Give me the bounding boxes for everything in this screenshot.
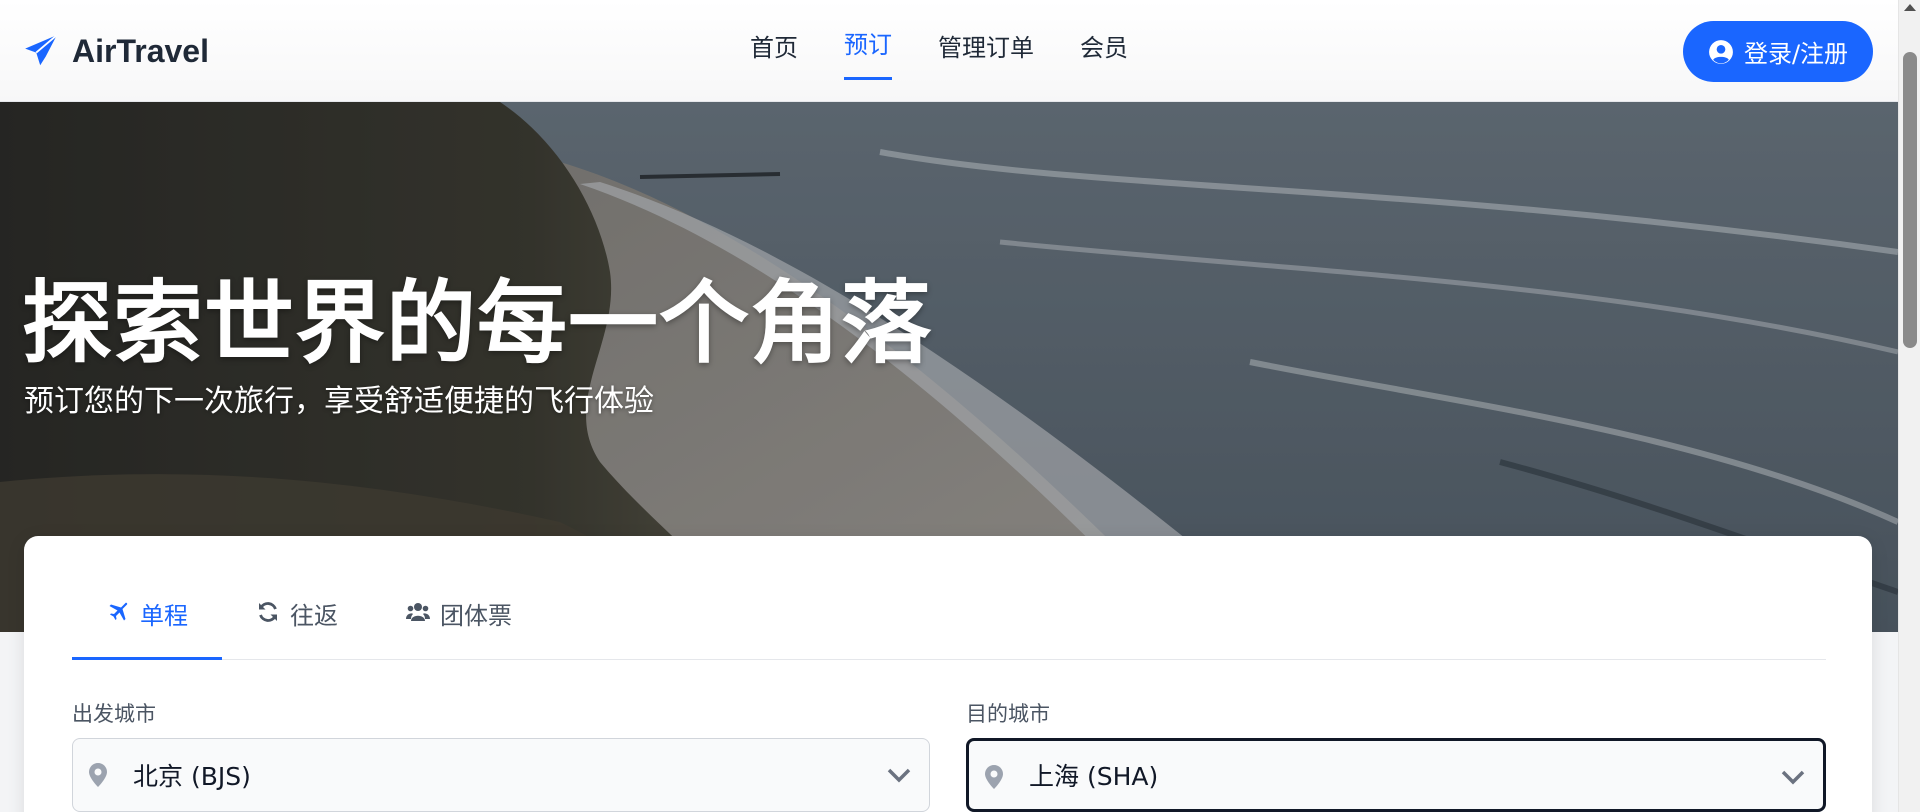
hero-subtitle: 预订您的下一次旅行，享受舒适便捷的飞行体验	[24, 384, 654, 419]
departure-city-value: 北京 (BJS)	[133, 762, 251, 791]
trip-type-tabs: 单程 往返 团体票	[72, 596, 1826, 660]
scroll-up-arrow-icon[interactable]	[1904, 4, 1916, 11]
tab-group[interactable]: 团体票	[372, 596, 546, 660]
nav-item-membership[interactable]: 会员	[1080, 28, 1128, 80]
login-register-label: 登录/注册	[1743, 40, 1849, 68]
brand-name: AirTravel	[72, 32, 209, 69]
tab-one-way-label: 单程	[140, 602, 188, 630]
nav-item-home[interactable]: 首页	[750, 28, 798, 80]
hero-title: 探索世界的每一个角落	[22, 271, 932, 376]
departure-city-select[interactable]: 北京 (BJS)	[72, 738, 930, 812]
nav-item-manage-orders[interactable]: 管理订单	[938, 28, 1034, 80]
tab-group-label: 团体票	[440, 602, 512, 630]
destination-city-label: 目的城市	[966, 702, 1050, 726]
login-register-button[interactable]: 登录/注册	[1683, 21, 1873, 82]
paper-plane-icon	[25, 34, 58, 66]
departure-city-label: 出发城市	[72, 702, 156, 726]
tab-round-trip[interactable]: 往返	[222, 596, 372, 660]
scrollbar-thumb[interactable]	[1903, 52, 1917, 348]
users-icon	[406, 603, 430, 621]
map-marker-icon	[985, 765, 1003, 789]
chevron-down-icon	[1781, 770, 1805, 785]
tab-one-way[interactable]: 单程	[72, 596, 222, 660]
user-circle-icon	[1709, 39, 1733, 64]
main-nav: 首页 预订 管理订单 会员	[750, 28, 1128, 80]
destination-city-select[interactable]: 上海 (SHA)	[966, 738, 1826, 812]
brand-logo[interactable]: AirTravel	[22, 32, 209, 70]
nav-item-booking[interactable]: 预订	[844, 25, 892, 80]
sync-icon	[259, 602, 277, 622]
chevron-down-icon	[887, 768, 911, 783]
map-marker-icon	[89, 763, 107, 787]
page-scrollbar[interactable]	[1898, 0, 1920, 812]
site-header: AirTravel 首页 预订 管理订单 会员 登录/注册	[0, 0, 1898, 102]
tab-round-trip-label: 往返	[290, 602, 338, 630]
plane-icon	[109, 602, 128, 621]
booking-card: 单程 往返 团体票 出发城市 北京 (BJS) 目的城市 上海 (SHA)	[24, 536, 1872, 812]
destination-city-value: 上海 (SHA)	[1029, 762, 1159, 791]
